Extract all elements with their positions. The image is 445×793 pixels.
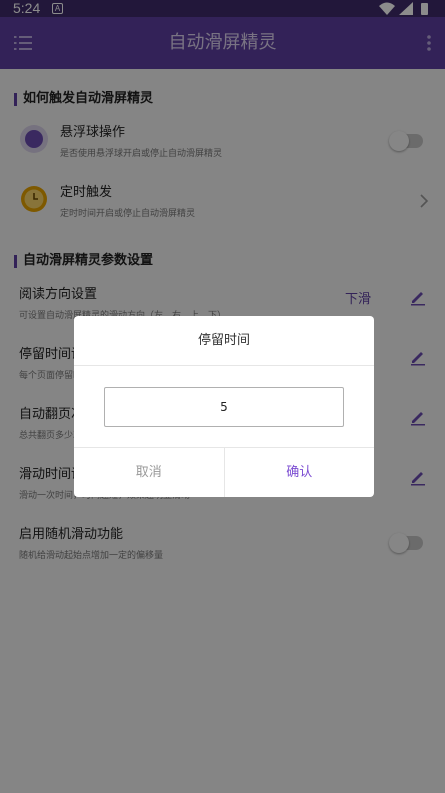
cancel-button[interactable]: 取消 bbox=[74, 448, 225, 497]
dialog-title: 停留时间 bbox=[74, 316, 374, 366]
stay-time-input[interactable]: 5 bbox=[104, 387, 344, 427]
stay-time-dialog: 停留时间 5 取消 确认 bbox=[74, 316, 374, 497]
confirm-button[interactable]: 确认 bbox=[225, 448, 375, 497]
dialog-buttons: 取消 确认 bbox=[74, 447, 374, 497]
